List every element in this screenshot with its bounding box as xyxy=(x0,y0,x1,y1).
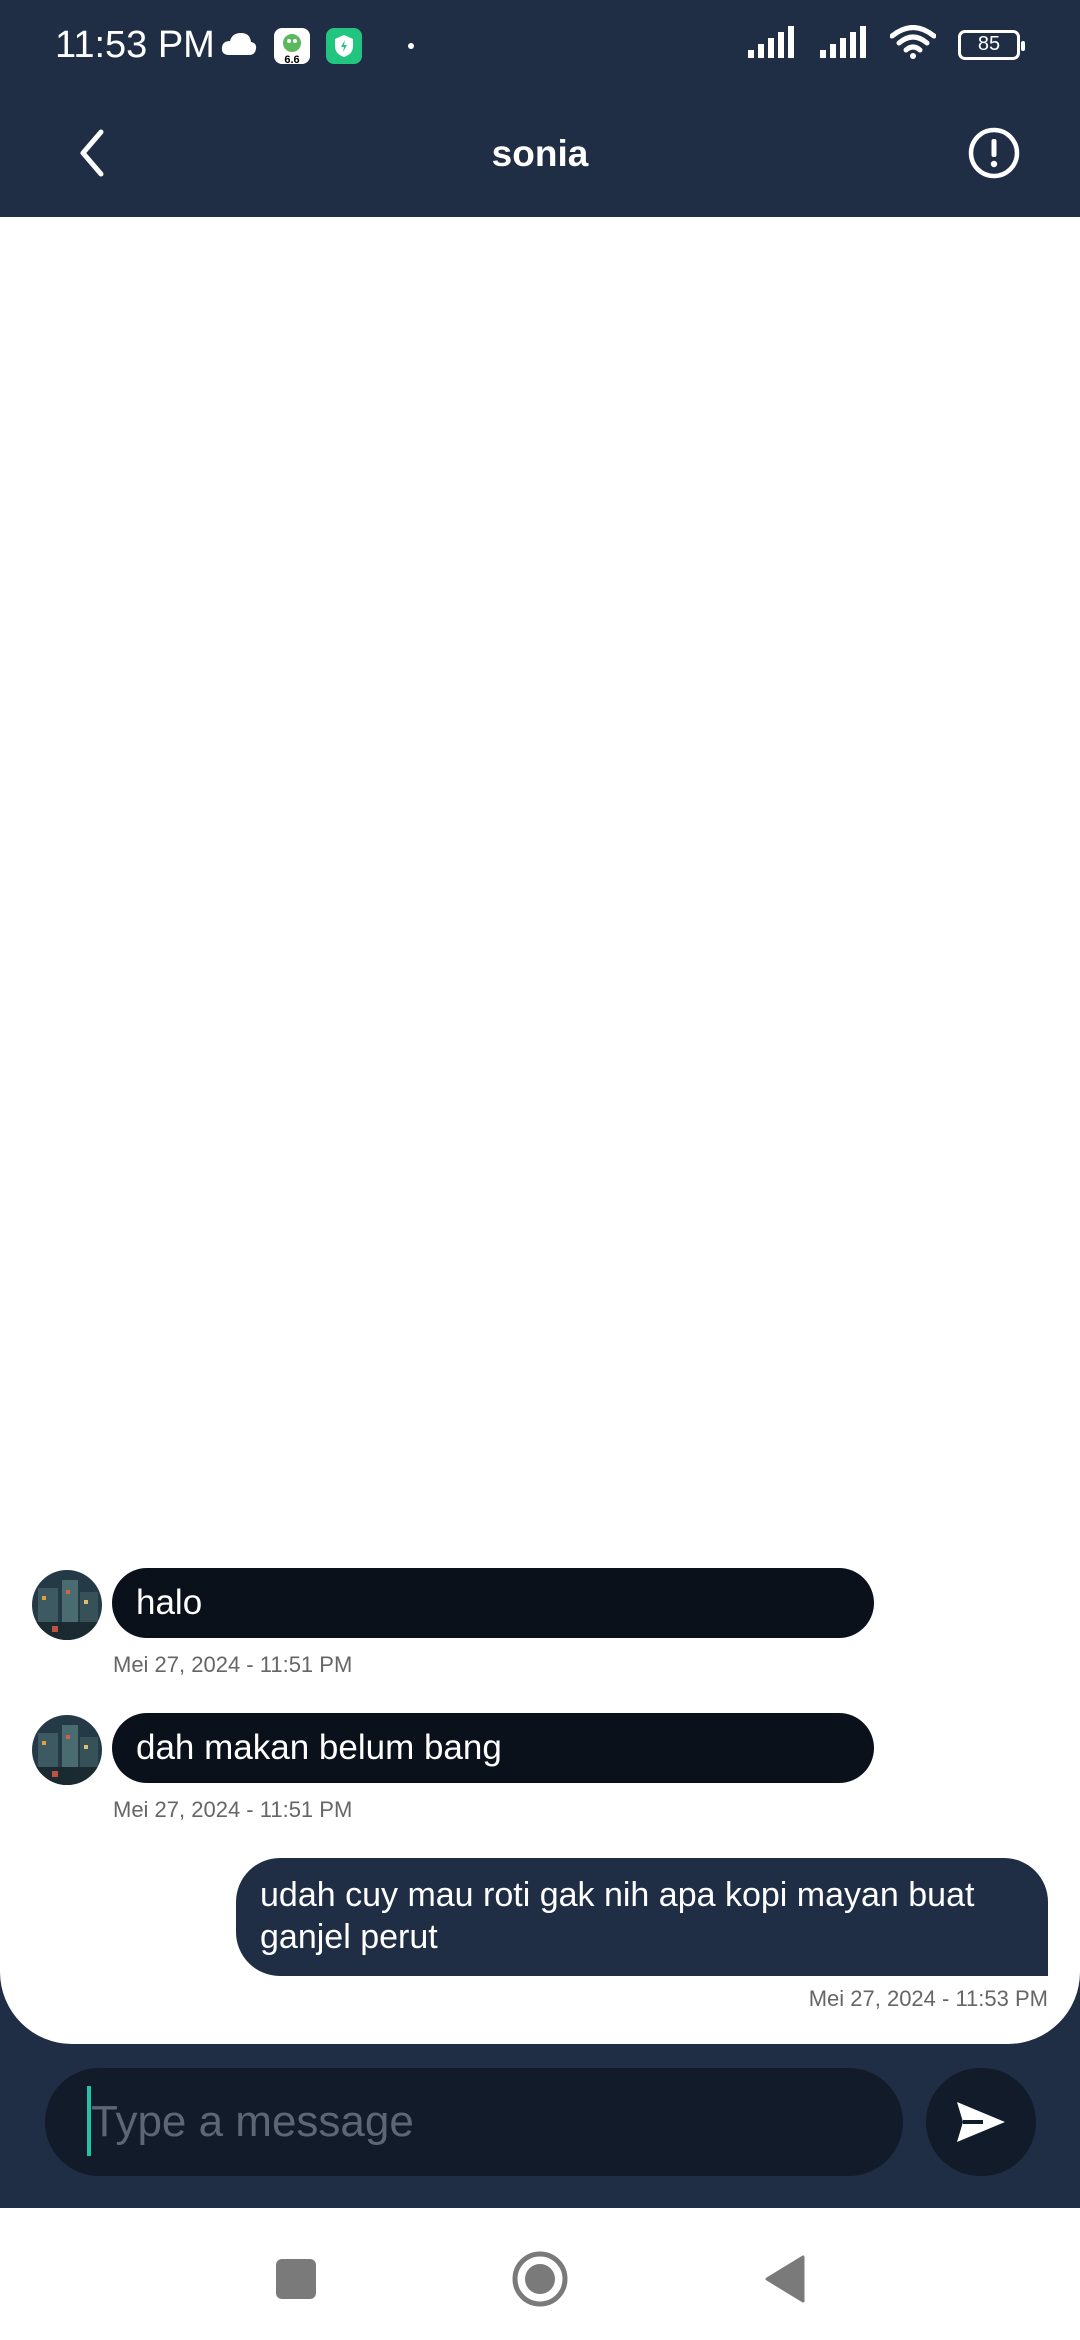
chat-header: sonia xyxy=(0,95,1080,217)
message-timestamp: Mei 27, 2024 - 11:53 PM xyxy=(808,1986,1048,2011)
avatar[interactable] xyxy=(32,1570,102,1640)
status-time: 11:53 PM xyxy=(55,24,215,66)
message-timestamp: Mei 27, 2024 - 11:51 PM xyxy=(113,1797,353,1822)
message-list[interactable]: halo Mei 27, 2024 - 11:51 PM dah makan b… xyxy=(0,217,1080,2044)
message-timestamp: Mei 27, 2024 - 11:51 PM xyxy=(113,1652,353,1677)
text-caret xyxy=(87,2086,91,2156)
recents-button[interactable] xyxy=(261,2244,331,2314)
message-text: udah cuy mau roti gak nih apa kopi mayan… xyxy=(260,1876,975,1956)
app-badge-text: 6.6 xyxy=(284,54,300,66)
back-triangle-icon xyxy=(765,2255,805,2303)
avatar[interactable] xyxy=(32,1715,102,1785)
back-nav-button[interactable] xyxy=(750,2244,820,2314)
signal-icon xyxy=(818,26,868,63)
status-system-icons: 85 xyxy=(746,25,1025,64)
home-button[interactable] xyxy=(505,2244,575,2314)
app-notification-icon: 6.6 xyxy=(274,28,310,66)
message-bubble-outgoing[interactable]: udah cuy mau roti gak nih apa kopi mayan… xyxy=(236,1858,1048,1976)
recents-square-icon xyxy=(276,2259,316,2299)
message-text: halo xyxy=(136,1583,203,1622)
message-composer xyxy=(45,2068,903,2176)
cloud-icon xyxy=(220,31,258,62)
battery-level: 85 xyxy=(977,33,1001,55)
status-bar: 11:53 PM 6.6 85 xyxy=(0,0,1080,95)
message-input[interactable] xyxy=(87,2086,871,2158)
battery-icon: 85 xyxy=(958,29,1025,60)
send-icon xyxy=(957,2102,1005,2142)
shield-app-icon xyxy=(326,28,362,64)
home-circle-icon xyxy=(512,2251,568,2307)
exclamation-circle-icon xyxy=(968,127,1020,179)
wifi-icon xyxy=(889,25,937,64)
system-nav-bar xyxy=(0,2208,1080,2340)
chat-title: sonia xyxy=(491,133,589,174)
message-bubble[interactable]: dah makan belum bang xyxy=(112,1713,874,1783)
message-text: dah makan belum bang xyxy=(136,1728,502,1767)
message-bubble[interactable]: halo xyxy=(112,1568,874,1638)
report-button[interactable] xyxy=(964,123,1024,183)
send-button[interactable] xyxy=(926,2068,1036,2176)
dot-icon xyxy=(408,43,414,49)
signal-icon xyxy=(746,26,796,63)
status-notification-icons: 6.6 xyxy=(220,28,414,66)
